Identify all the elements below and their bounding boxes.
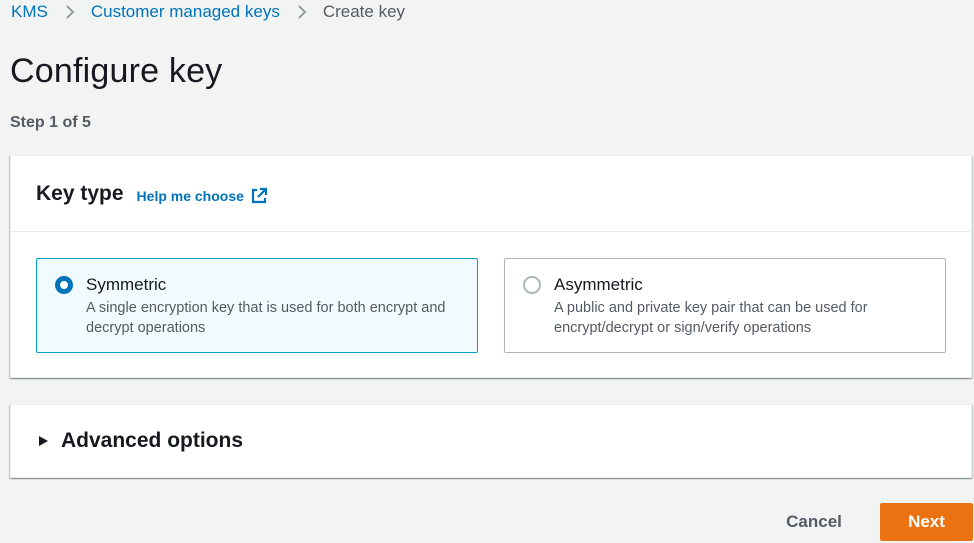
key-type-panel-header: Key type Help me choose — [11, 156, 971, 232]
key-type-title: Key type — [36, 181, 124, 205]
breadcrumb-customer-managed-keys-link[interactable]: Customer managed keys — [91, 2, 280, 22]
next-button[interactable]: Next — [880, 503, 973, 541]
symmetric-radio[interactable] — [55, 276, 73, 294]
breadcrumb-kms-link[interactable]: KMS — [11, 2, 48, 22]
asymmetric-label: Asymmetric — [554, 275, 643, 294]
advanced-options-label: Advanced options — [61, 429, 244, 452]
asymmetric-option-tile[interactable]: Asymmetric A public and private key pair… — [504, 258, 946, 353]
chevron-right-icon — [298, 5, 307, 19]
breadcrumb: KMS Customer managed keys Create key — [11, 0, 405, 24]
key-type-options: Symmetric A single encryption key that i… — [36, 258, 946, 353]
asymmetric-description: A public and private key pair that can b… — [554, 300, 868, 336]
symmetric-option-tile[interactable]: Symmetric A single encryption key that i… — [36, 258, 478, 353]
page-title: Configure key — [10, 52, 223, 90]
caret-right-icon — [39, 436, 48, 446]
cancel-button[interactable]: Cancel — [764, 504, 864, 540]
step-indicator: Step 1 of 5 — [10, 114, 91, 131]
symmetric-description: A single encryption key that is used for… — [86, 300, 446, 336]
chevron-right-icon — [66, 5, 75, 19]
symmetric-label: Symmetric — [86, 275, 167, 294]
help-me-choose-link[interactable]: Help me choose — [137, 187, 268, 205]
advanced-options-expander[interactable]: Advanced options — [10, 404, 972, 478]
breadcrumb-current-page: Create key — [322, 2, 406, 21]
asymmetric-radio[interactable] — [523, 276, 541, 294]
key-type-panel: Key type Help me choose Symmetric A sing… — [10, 155, 972, 378]
help-me-choose-label: Help me choose — [136, 187, 244, 204]
external-link-icon — [251, 187, 268, 203]
